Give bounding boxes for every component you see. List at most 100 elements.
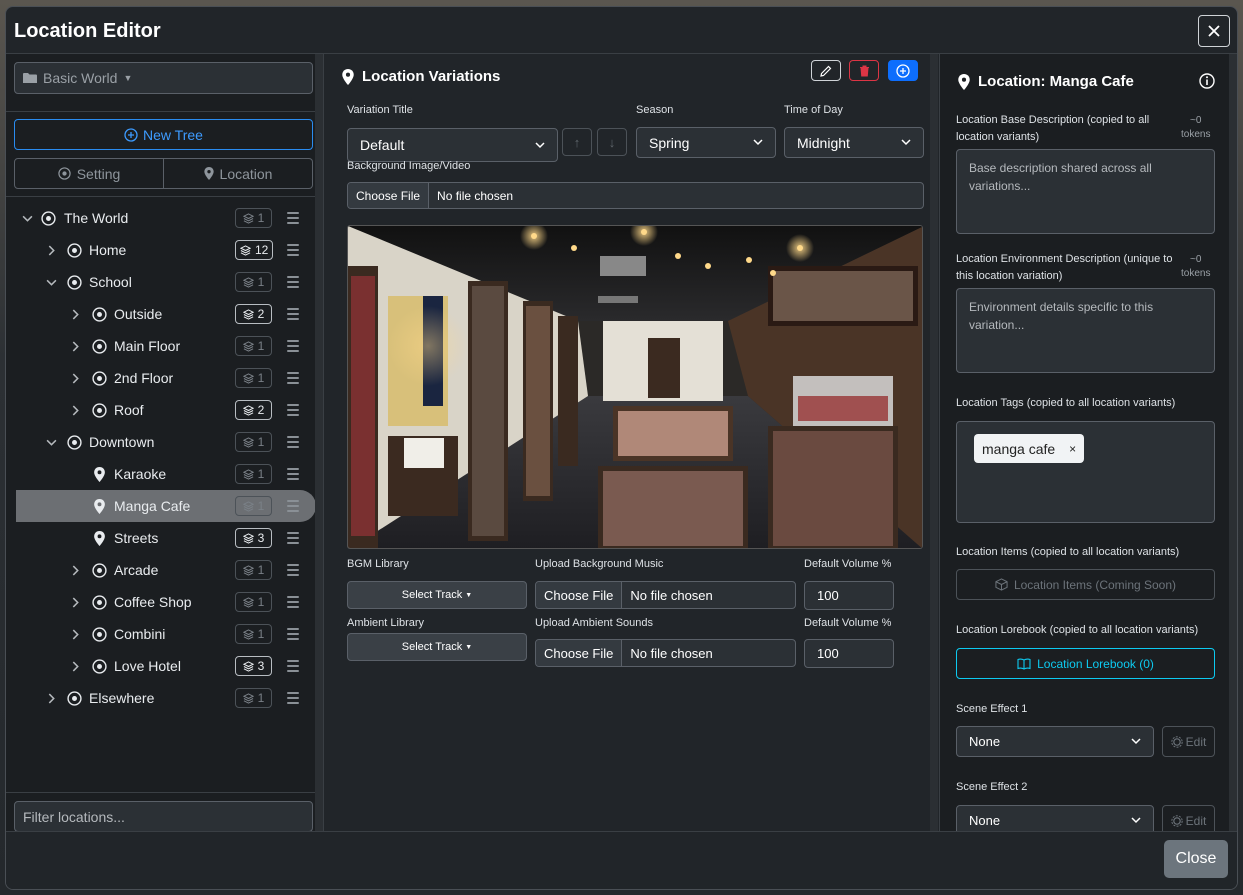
world-select[interactable]: Basic World ▼ (14, 62, 313, 94)
tree-item[interactable]: The World 1 (16, 202, 316, 234)
variation-count: 2 (257, 403, 265, 417)
bgm-select-track-button[interactable]: Select Track ▼ (347, 581, 527, 609)
info-icon[interactable] (1199, 73, 1215, 89)
location-tags-input[interactable]: manga cafe × (956, 421, 1215, 523)
choose-file-button[interactable]: Choose File (348, 183, 430, 208)
filter-locations-input[interactable]: Filter locations... (14, 801, 313, 832)
location-variations-panel: Location Variations Variation Title Defa… (326, 54, 938, 834)
chevron-right-icon[interactable] (68, 563, 82, 577)
upload-ambient-input[interactable]: Choose File No file chosen (535, 639, 796, 667)
chevron-right-icon[interactable] (68, 371, 82, 385)
tree-item[interactable]: Main Floor 1 (16, 330, 316, 362)
scene-effect-2-label: Scene Effect 2 (956, 781, 1028, 793)
variation-count: 12 (255, 243, 269, 257)
drag-handle-icon[interactable] (287, 500, 299, 512)
drag-handle-icon[interactable] (287, 436, 299, 448)
modal-title: Location Editor (14, 20, 161, 42)
chevron-right-icon[interactable] (68, 307, 82, 321)
environment-description-textarea[interactable]: Environment details specific to this var… (956, 288, 1215, 373)
drag-handle-icon[interactable] (287, 596, 299, 608)
chevron-down-icon[interactable] (44, 435, 58, 449)
move-variation-down-button[interactable]: ↓ (597, 128, 627, 156)
base-description-textarea[interactable]: Base description shared across all varia… (956, 149, 1215, 234)
chevron-right-icon[interactable] (44, 243, 58, 257)
drag-handle-icon[interactable] (287, 244, 299, 256)
time-of-day-label: Time of Day (784, 104, 843, 116)
chevron-right-icon[interactable] (68, 627, 82, 641)
tree-item[interactable]: Coffee Shop 1 (16, 586, 316, 618)
tree-item[interactable]: Home 12 (16, 234, 316, 266)
variation-count-badge: 3 (235, 528, 272, 548)
chevron-right-icon[interactable] (68, 595, 82, 609)
add-variation-button[interactable] (888, 60, 918, 81)
drag-handle-icon[interactable] (287, 564, 299, 576)
choose-file-button[interactable]: Choose File (536, 582, 623, 608)
chevron-down-icon (1131, 738, 1141, 745)
drag-handle-icon[interactable] (287, 628, 299, 640)
tree-item[interactable]: Manga Cafe 1 (16, 490, 316, 522)
drag-handle-icon[interactable] (287, 404, 299, 416)
ambient-select-track-button[interactable]: Select Track ▼ (347, 633, 527, 661)
chevron-right-icon[interactable] (68, 339, 82, 353)
scene-effect-1-edit-button[interactable]: Edit (1162, 726, 1215, 757)
drag-handle-icon[interactable] (287, 372, 299, 384)
pin-icon (91, 530, 107, 546)
tree-item[interactable]: Downtown 1 (16, 426, 316, 458)
tree-item[interactable]: Roof 2 (16, 394, 316, 426)
new-tree-button[interactable]: New Tree (14, 119, 313, 150)
tree-item[interactable]: Elsewhere 1 (16, 682, 316, 714)
tree-item[interactable]: Streets 3 (16, 522, 316, 554)
tree-item[interactable]: Arcade 1 (16, 554, 316, 586)
drag-handle-icon[interactable] (287, 532, 299, 544)
tab-location[interactable]: Location (164, 158, 313, 189)
time-of-day-value: Midnight (797, 134, 850, 151)
drag-handle-icon[interactable] (287, 340, 299, 352)
chevron-down-icon[interactable] (20, 211, 34, 225)
remove-tag-icon[interactable]: × (1069, 442, 1076, 456)
tree-item[interactable]: Combini 1 (16, 618, 316, 650)
tree-item[interactable]: Karaoke 1 (16, 458, 316, 490)
caret-down-icon: ▼ (465, 643, 473, 651)
drag-handle-icon[interactable] (287, 212, 299, 224)
crosshair-icon (66, 690, 82, 706)
location-items-button[interactable]: Location Items (Coming Soon) (956, 569, 1215, 600)
scene-effect-1-label: Scene Effect 1 (956, 703, 1028, 715)
right-scrollbar[interactable] (1229, 54, 1237, 834)
tree-item[interactable]: School 1 (16, 266, 316, 298)
chevron-down-icon[interactable] (44, 275, 58, 289)
background-file-input[interactable]: Choose File No file chosen (347, 182, 924, 209)
location-lorebook-button[interactable]: Location Lorebook (0) (956, 648, 1215, 679)
bgm-volume-input[interactable]: 100 (804, 581, 894, 610)
delete-variation-button[interactable] (849, 60, 879, 81)
drag-handle-icon[interactable] (287, 308, 299, 320)
move-variation-up-button[interactable]: ↑ (562, 128, 592, 156)
close-icon-button[interactable] (1198, 15, 1230, 47)
left-scrollbar[interactable] (315, 54, 323, 834)
drag-handle-icon[interactable] (287, 660, 299, 672)
drag-handle-icon[interactable] (287, 276, 299, 288)
ambient-volume-input[interactable]: 100 (804, 639, 894, 668)
drag-handle-icon[interactable] (287, 468, 299, 480)
drag-handle-icon[interactable] (287, 692, 299, 704)
chevron-down-icon (535, 142, 545, 149)
upload-music-input[interactable]: Choose File No file chosen (535, 581, 796, 609)
chevron-right-icon[interactable] (68, 659, 82, 673)
crosshair-icon (91, 306, 107, 322)
tree-item[interactable]: Outside 2 (16, 298, 316, 330)
close-button[interactable]: Close (1164, 840, 1228, 878)
tree-item[interactable]: 2nd Floor 1 (16, 362, 316, 394)
season-select[interactable]: Spring (636, 127, 776, 158)
tree-item[interactable]: Love Hotel 3 (16, 650, 316, 682)
time-of-day-select[interactable]: Midnight (784, 127, 924, 158)
variation-title-select[interactable]: Default (347, 128, 558, 162)
layers-icon (242, 660, 254, 672)
tab-setting[interactable]: Setting (14, 158, 164, 189)
middle-scrollbar[interactable] (930, 54, 938, 834)
scene-effect-1-select[interactable]: None (956, 726, 1154, 757)
edit-variation-button[interactable] (811, 60, 841, 81)
chevron-right-icon[interactable] (44, 691, 58, 705)
choose-file-button[interactable]: Choose File (536, 640, 623, 666)
chevron-right-icon[interactable] (68, 403, 82, 417)
location-lorebook-button-label: Location Lorebook (0) (1037, 656, 1154, 671)
variation-count-badge: 1 (235, 496, 272, 516)
